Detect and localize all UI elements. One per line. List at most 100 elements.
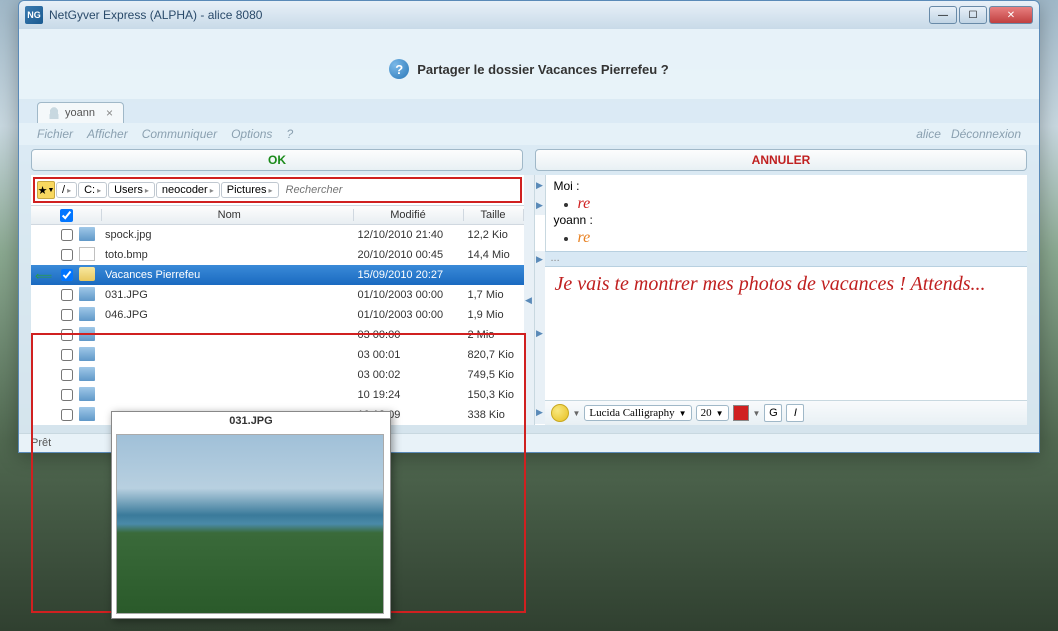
- menubar: Fichier Afficher Communiquer Options ? a…: [19, 123, 1039, 145]
- panel-collapse-left[interactable]: ◀: [524, 175, 534, 425]
- italic-button[interactable]: I: [786, 404, 804, 422]
- menu-display[interactable]: Afficher: [87, 127, 128, 141]
- app-icon: NG: [25, 6, 43, 24]
- menu-options[interactable]: Options: [231, 127, 272, 141]
- file-modified: 03 00:02: [354, 369, 464, 381]
- tab-close-icon[interactable]: ×: [106, 106, 113, 120]
- dialog-buttons: OK ANNULER: [19, 145, 1039, 175]
- file-checkbox[interactable]: [61, 329, 73, 341]
- cancel-button[interactable]: ANNULER: [535, 149, 1027, 171]
- minimize-button[interactable]: —: [929, 6, 957, 24]
- file-checkbox[interactable]: [61, 409, 73, 421]
- chat-expand-right[interactable]: ▶: [535, 175, 545, 195]
- file-modified: 03 00:01: [354, 349, 464, 361]
- color-dropdown-icon[interactable]: ▼: [753, 409, 761, 418]
- file-checkbox[interactable]: [61, 369, 73, 381]
- select-all-checkbox[interactable]: [60, 209, 73, 222]
- file-row[interactable]: toto.bmp20/10/2010 00:4514,4 Mio: [31, 245, 524, 265]
- input-expand-arrow[interactable]: ▶: [535, 267, 545, 400]
- file-size: 820,7 Kio: [464, 349, 524, 361]
- column-modified[interactable]: Modifié: [354, 209, 464, 221]
- file-size: 1,9 Mio: [464, 309, 524, 321]
- file-modified: 12/10/2010 21:40: [354, 229, 464, 241]
- ok-button[interactable]: OK: [31, 149, 523, 171]
- file-row[interactable]: 03 00:002 Mio: [31, 325, 524, 345]
- color-button[interactable]: [733, 405, 749, 421]
- file-name: 046.JPG: [101, 309, 354, 321]
- tab-bar: yoann ×: [19, 99, 1039, 123]
- crumb-user[interactable]: neocoder▸: [156, 182, 220, 198]
- main-content: ★▼ /▸ C:▸ Users▸ neocoder▸ Pictures▸ Nom…: [31, 175, 1027, 425]
- file-row[interactable]: 03 00:02749,5 Kio: [31, 365, 524, 385]
- emoticon-dropdown-icon[interactable]: ▼: [573, 409, 581, 418]
- close-button[interactable]: ✕: [989, 6, 1033, 24]
- logout-link[interactable]: Déconnexion: [951, 127, 1021, 141]
- file-modified: 10 19:24: [354, 389, 464, 401]
- file-size: 14,4 Mio: [464, 249, 524, 261]
- file-name: 031.JPG: [101, 289, 354, 301]
- preview-image: [116, 434, 384, 614]
- file-modified: 01/10/2003 00:00: [354, 289, 464, 301]
- chat-log: Moi : re yoann : re: [546, 175, 1028, 251]
- format-toolbar: ▼ Lucida Calligraphy ▼ 20 ▼ ▼ G I: [545, 400, 1028, 425]
- file-modified: 20/10/2010 00:45: [354, 249, 464, 261]
- img-icon: [79, 387, 95, 401]
- file-name: toto.bmp: [101, 249, 354, 261]
- column-name[interactable]: Nom: [101, 209, 354, 221]
- menu-file[interactable]: Fichier: [37, 127, 73, 141]
- person-icon: [48, 107, 60, 119]
- maximize-button[interactable]: ☐: [959, 6, 987, 24]
- chat-input[interactable]: Je vais te montrer mes photos de vacance…: [545, 267, 996, 400]
- crumb-folder[interactable]: Pictures▸: [221, 182, 279, 198]
- file-checkbox[interactable]: [61, 349, 73, 361]
- file-row[interactable]: 03 00:01820,7 Kio: [31, 345, 524, 365]
- file-checkbox[interactable]: [61, 389, 73, 401]
- chat-me-label: Moi :: [554, 179, 1020, 193]
- column-size[interactable]: Taille: [464, 209, 524, 221]
- file-row[interactable]: 10 19:24150,3 Kio: [31, 385, 524, 405]
- file-checkbox[interactable]: [61, 269, 73, 281]
- bmp-icon: [79, 247, 95, 261]
- menu-communicate[interactable]: Communiquer: [142, 127, 217, 141]
- preview-filename: 031.JPG: [112, 412, 390, 430]
- favorites-button[interactable]: ★▼: [37, 181, 55, 199]
- app-window: NG NetGyver Express (ALPHA) - alice 8080…: [18, 0, 1040, 453]
- font-size-selector[interactable]: 20 ▼: [696, 405, 729, 421]
- file-browser-panel: ★▼ /▸ C:▸ Users▸ neocoder▸ Pictures▸ Nom…: [31, 175, 524, 425]
- file-row[interactable]: 046.JPG01/10/2003 00:001,9 Mio: [31, 305, 524, 325]
- crumb-drive[interactable]: C:▸: [78, 182, 107, 198]
- search-input[interactable]: [280, 182, 518, 198]
- bold-button[interactable]: G: [764, 404, 782, 422]
- image-preview-popup: 031.JPG: [111, 411, 391, 619]
- tab-label: yoann: [65, 107, 95, 119]
- img-icon: [79, 327, 95, 341]
- chat-other-label: yoann :: [554, 213, 1020, 227]
- file-row[interactable]: ⟸Vacances Pierrefeu15/09/2010 20:27: [31, 265, 524, 285]
- chat-panel: ▶ ▶ Moi : re yoann : re ▶ ... ▶ Je vais …: [534, 175, 1028, 425]
- emoticon-button[interactable]: [551, 404, 569, 422]
- titlebar[interactable]: NG NetGyver Express (ALPHA) - alice 8080…: [19, 1, 1039, 29]
- window-controls: — ☐ ✕: [929, 6, 1033, 24]
- file-size: 150,3 Kio: [464, 389, 524, 401]
- crumb-users[interactable]: Users▸: [108, 182, 155, 198]
- img-icon: [79, 307, 95, 321]
- crumb-root[interactable]: /▸: [56, 182, 77, 198]
- file-checkbox[interactable]: [61, 289, 73, 301]
- user-label: alice: [916, 127, 941, 141]
- font-selector[interactable]: Lucida Calligraphy ▼: [584, 405, 691, 421]
- file-checkbox[interactable]: [61, 309, 73, 321]
- file-modified: 01/10/2003 00:00: [354, 309, 464, 321]
- tab-yoann[interactable]: yoann ×: [37, 102, 124, 123]
- file-row[interactable]: spock.jpg12/10/2010 21:4012,2 Kio: [31, 225, 524, 245]
- format-expand-arrow[interactable]: ▶: [535, 400, 545, 424]
- file-size: 338 Kio: [464, 409, 524, 421]
- pin-icon: ⟸: [35, 269, 52, 283]
- file-name: spock.jpg: [101, 229, 354, 241]
- chat-expand-right-2[interactable]: ▶: [535, 195, 545, 215]
- chat-sep-arrow[interactable]: ▶: [535, 251, 545, 267]
- file-checkbox[interactable]: [61, 229, 73, 241]
- img-icon: [79, 287, 95, 301]
- file-row[interactable]: 031.JPG01/10/2003 00:001,7 Mio: [31, 285, 524, 305]
- menu-help[interactable]: ?: [286, 127, 293, 141]
- file-checkbox[interactable]: [61, 249, 73, 261]
